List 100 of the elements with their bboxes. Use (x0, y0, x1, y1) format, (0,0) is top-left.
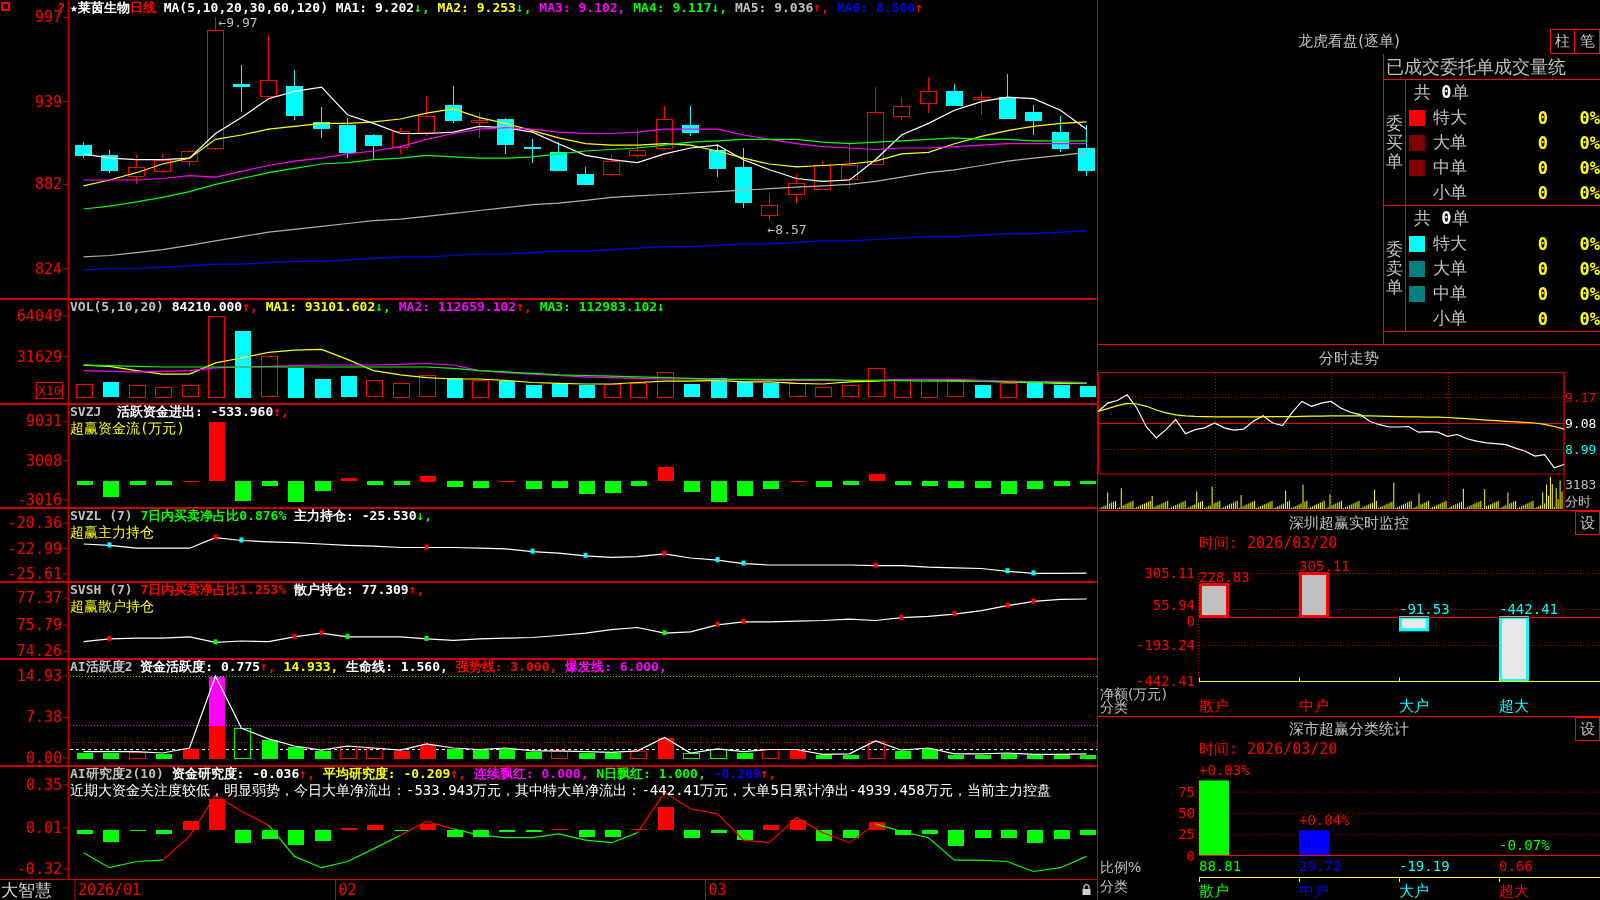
indicator-bar (525, 480, 542, 489)
value-label: -19.19 (1399, 858, 1450, 874)
marker (873, 562, 878, 568)
legend-text: ↑, (242, 299, 258, 314)
axis-label: 31629 (16, 347, 62, 366)
indicator-bar (868, 473, 885, 481)
indicator-bar (657, 806, 674, 830)
marker (899, 614, 904, 620)
axis-label: 3183 (1565, 477, 1597, 492)
candle (101, 149, 118, 174)
legend-text: SVZJ (70, 404, 102, 419)
mode-button[interactable]: 柱 (1550, 28, 1575, 54)
value-bar (1299, 572, 1329, 619)
indicator-bar (789, 819, 806, 830)
indicator-bar (208, 798, 225, 830)
marker (662, 550, 667, 556)
indicator-bar (894, 829, 911, 835)
order-count: 0 (1537, 107, 1548, 128)
legend-text: MA3: 9.102, (538, 0, 626, 15)
value-label: -91.53 (1399, 601, 1450, 618)
indicator-bar (974, 829, 991, 838)
candle (999, 73, 1016, 120)
indicator-bar (815, 829, 832, 841)
legend-text: MA(5,10,20,30,60,120) MA1: 9.202 (162, 0, 415, 15)
settings-button[interactable]: 设 (1575, 717, 1600, 741)
order-type-label: 特大 (1433, 106, 1467, 129)
app-name: 大智慧 (1, 880, 52, 900)
axis-label: 9.08 (1565, 416, 1597, 431)
axis-label: 25 (1178, 826, 1195, 843)
lock-icon[interactable] (1082, 884, 1091, 895)
side-label: 委买单 (1386, 114, 1403, 171)
indicator-bar (921, 829, 938, 834)
candle (286, 69, 303, 121)
indicator-note: 超赢散户持仓 (70, 598, 154, 615)
settings-button[interactable]: 设 (1575, 511, 1600, 535)
panel-title: 龙虎看盘(逐单) (1298, 31, 1400, 51)
legend-text: ↑, (260, 659, 276, 674)
mode-button[interactable]: 笔 (1575, 28, 1600, 54)
panel-title: 深圳超赢实时监控 (1289, 513, 1409, 533)
axis-label: 0 (1186, 847, 1195, 864)
square-icon (1, 2, 10, 11)
indicator-bar (1000, 829, 1017, 838)
indicator-bar (129, 829, 146, 831)
legend-text: MA2: 9.253 (436, 0, 516, 15)
indicator-bar (287, 829, 304, 845)
axis-label: 882 (34, 175, 62, 194)
change-label: +0.04% (1299, 812, 1350, 829)
marker (107, 542, 112, 548)
indicator-bar (604, 480, 621, 493)
indicator-bar (1000, 480, 1017, 494)
marker (952, 611, 957, 617)
axis-label: 0 (1186, 612, 1195, 629)
legend-text: 7日内买卖净占比1.253% (139, 582, 287, 597)
indicator-bar (155, 829, 172, 834)
axis-label: 824 (34, 259, 62, 278)
indicator-bar (842, 829, 859, 838)
legend-text: ↓, (416, 508, 433, 523)
indicator-bar (1026, 829, 1043, 843)
indicator-bar (261, 829, 278, 839)
indicator-bar (789, 480, 806, 482)
price-annotation: ←8.57 (767, 221, 807, 237)
indicator-bar (129, 480, 146, 485)
value-label: 228.83 (1199, 569, 1250, 585)
order-share: 0% (1579, 233, 1600, 254)
axis-label: 939 (34, 92, 62, 111)
indicator-bar (314, 480, 331, 491)
indicator-bar (102, 829, 119, 842)
order-type-label: 中单 (1433, 282, 1467, 305)
indicator-bar (710, 829, 727, 833)
date-label: 03 (708, 881, 727, 899)
candle (946, 83, 963, 106)
axis-label: 9.17 (1565, 390, 1597, 406)
legend-text: MA3: 112983.102↓ (538, 299, 665, 314)
order-type-label: 特大 (1433, 232, 1467, 255)
candle (524, 138, 541, 164)
order-count: 0 (1537, 258, 1548, 279)
table-title: 已成交委托单成交量统 (1384, 54, 1600, 80)
order-type-label: 中单 (1433, 156, 1467, 179)
price-annotation: ←9.97 (218, 15, 258, 31)
legend-text: MA2: 112659.102 (397, 299, 517, 314)
indicator-bar (762, 824, 779, 830)
candle (1052, 115, 1069, 153)
candle (761, 194, 778, 222)
indicator-bar (736, 829, 753, 840)
order-total: 共 0单 (1413, 207, 1469, 230)
indicator-bar (261, 480, 278, 486)
legend-text: ↑, (408, 582, 425, 597)
order-share: 0% (1579, 132, 1600, 153)
indicator-bar (525, 829, 542, 832)
value-bar (1499, 616, 1529, 682)
axis-label: 64049 (16, 307, 62, 325)
indicator-bar (894, 480, 911, 485)
category-label: 散户 (1199, 697, 1229, 715)
order-count: 0 (1537, 182, 1548, 203)
order-share: 0% (1579, 283, 1600, 304)
indicator-bar (234, 480, 251, 501)
candle (735, 147, 752, 209)
axis-label: -442.41 (1136, 672, 1195, 689)
value-label: -442.41 (1499, 601, 1558, 618)
indicator-note: 超赢资金流(万元) (70, 420, 185, 437)
